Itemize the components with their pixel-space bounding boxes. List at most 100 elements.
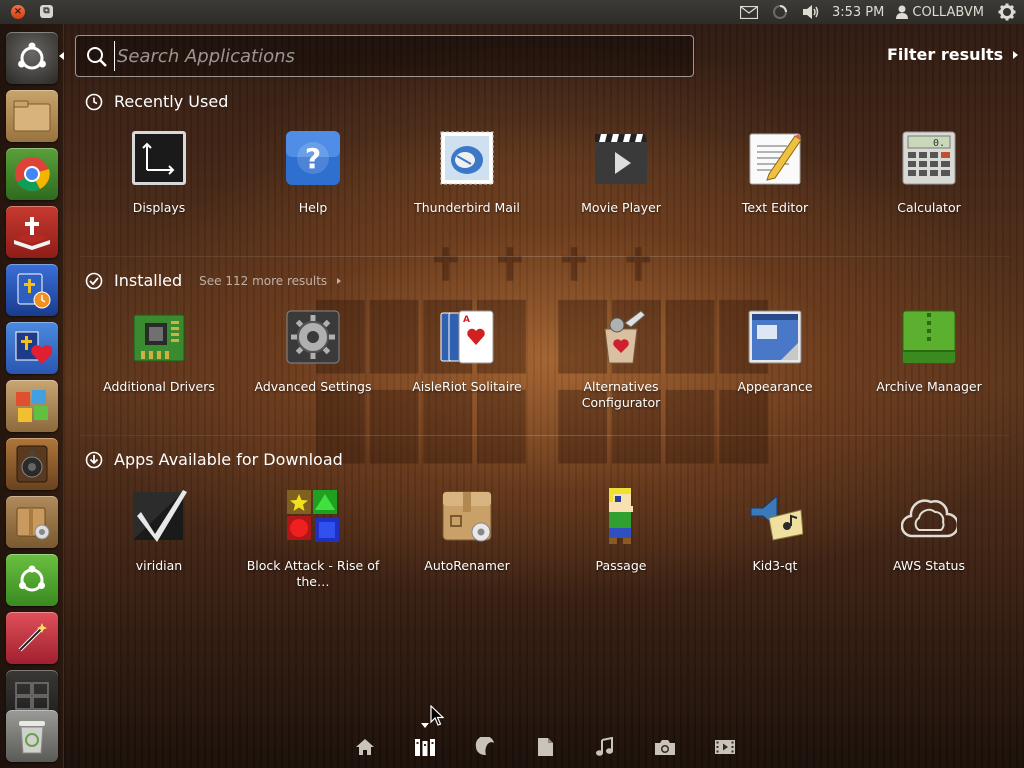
app-label: Movie Player <box>581 200 661 215</box>
help-icon: ? <box>286 131 340 185</box>
puzzle-app-icon <box>16 390 48 422</box>
checkmark-icon <box>85 272 103 289</box>
clock[interactable]: 3:53 PM <box>826 5 890 20</box>
clock-time: 3:53 PM <box>831 4 885 20</box>
app-tile[interactable]: Displays <box>89 130 229 216</box>
section-installed[interactable]: Installed See 112 more results <box>85 271 342 290</box>
svg-text:A: A <box>463 315 470 325</box>
app-label: Help <box>298 200 328 215</box>
advanced-settings-icon <box>286 310 340 364</box>
lens-music[interactable] <box>591 734 619 760</box>
mail-indicator[interactable] <box>734 5 764 19</box>
ubuntu-software-icon <box>19 565 45 592</box>
bible-app-icon <box>14 217 50 250</box>
active-lens-marker <box>421 723 429 728</box>
section-apps-for-download[interactable]: Apps Available for Download <box>85 450 343 469</box>
calculator-icon: 0. <box>902 131 956 185</box>
app-label: Calculator <box>897 200 961 215</box>
user-menu[interactable]: COLLABVM <box>890 5 990 20</box>
see-more-label: See 112 more results <box>199 273 328 288</box>
app-tile[interactable]: Archive Manager <box>859 309 999 395</box>
network-spinner-icon <box>772 5 787 19</box>
app-tile[interactable]: Block Attack - Rise of the… <box>243 488 383 590</box>
trash-icon <box>19 721 45 754</box>
user-icon <box>896 5 909 19</box>
section-title: Recently Used <box>114 92 229 111</box>
app-label: Advanced Settings <box>254 379 372 394</box>
archive-manager-icon <box>902 310 956 364</box>
chevron-right-icon <box>1013 50 1019 59</box>
workspace-switcher-icon <box>15 682 49 710</box>
see-more-results-link[interactable]: See 112 more results <box>199 273 342 288</box>
displays-icon <box>132 131 186 185</box>
app-tile[interactable]: Passage <box>551 488 691 574</box>
launcher-item-trash[interactable] <box>6 710 58 762</box>
appearance-icon <box>748 310 802 364</box>
volume-indicator[interactable] <box>796 4 826 20</box>
files-icon <box>13 100 51 132</box>
volume-icon <box>802 5 819 19</box>
app-label: Appearance <box>737 379 813 394</box>
app-tile[interactable]: Thunderbird Mail <box>397 130 537 216</box>
lens-bar <box>350 734 740 760</box>
launcher-item-package[interactable] <box>6 496 58 548</box>
launcher-item-chrome[interactable] <box>6 148 58 200</box>
app-tile[interactable]: Movie Player <box>551 130 691 216</box>
lens-social[interactable] <box>471 734 499 760</box>
app-tile[interactable]: A AisleRiot Solitaire <box>397 309 537 395</box>
app-tile[interactable]: AWS Status <box>859 488 999 574</box>
network-indicator[interactable] <box>764 4 796 20</box>
launcher-item-software-center[interactable] <box>6 554 58 606</box>
session-menu[interactable] <box>990 3 1024 21</box>
search-input[interactable] <box>114 41 674 71</box>
bible-time-icon <box>17 273 51 309</box>
filter-results-button[interactable]: Filter results <box>887 45 1019 64</box>
section-divider <box>80 435 1010 436</box>
close-icon: × <box>13 6 23 17</box>
chevron-right-icon <box>337 277 342 284</box>
app-tile[interactable]: Kid3-qt <box>705 488 845 574</box>
user-name: COLLABVM <box>912 4 984 20</box>
launcher-item-bibletime[interactable] <box>6 264 58 316</box>
app-tile[interactable]: viridian <box>89 488 229 574</box>
search-box[interactable] <box>75 35 694 77</box>
app-label: AWS Status <box>893 558 965 573</box>
app-tile[interactable]: 0. Calculator <box>859 130 999 216</box>
music-lens-icon <box>596 737 613 756</box>
search-icon <box>87 47 107 67</box>
maximize-icon: ⧉ <box>43 6 50 16</box>
app-tile[interactable]: AutoRenamer <box>397 488 537 574</box>
app-label: Block Attack - Rise of the… <box>246 558 380 589</box>
lens-photos[interactable] <box>651 734 679 760</box>
launcher-item-files[interactable] <box>6 90 58 142</box>
mouse-cursor-icon <box>430 705 444 726</box>
launcher-item-magic[interactable] <box>6 612 58 664</box>
app-tile[interactable]: Additional Drivers <box>89 309 229 395</box>
app-label: Thunderbird Mail <box>414 200 520 215</box>
mail-icon <box>739 5 758 19</box>
app-tile[interactable]: Appearance <box>705 309 845 395</box>
app-tile[interactable]: ? Help <box>243 130 383 216</box>
lens-video[interactable] <box>711 734 739 760</box>
launcher-item-puzzle[interactable] <box>6 380 58 432</box>
launcher-item-dash[interactable] <box>6 32 58 84</box>
clock-icon <box>85 93 103 110</box>
photos-lens-icon <box>655 740 675 755</box>
viridian-icon <box>133 490 187 542</box>
close-button[interactable]: × <box>11 5 25 19</box>
section-recently-used[interactable]: Recently Used <box>85 92 228 111</box>
app-tile[interactable]: Advanced Settings <box>243 309 383 395</box>
video-lens-icon <box>715 740 735 754</box>
launcher-item-bible[interactable] <box>6 206 58 258</box>
lens-applications[interactable] <box>411 734 439 760</box>
app-label: Displays <box>132 200 186 215</box>
launcher-item-heart[interactable] <box>6 322 58 374</box>
launcher-item-speaker[interactable] <box>6 438 58 490</box>
system-tray: 3:53 PM COLLABVM <box>734 0 1024 24</box>
lens-files[interactable] <box>531 734 559 760</box>
text-editor-icon <box>749 133 802 185</box>
lens-home[interactable] <box>351 734 379 760</box>
maximize-button[interactable]: ⧉ <box>40 5 53 18</box>
app-tile[interactable]: Text Editor <box>705 130 845 216</box>
app-tile[interactable]: Alternatives Configurator <box>551 309 691 411</box>
